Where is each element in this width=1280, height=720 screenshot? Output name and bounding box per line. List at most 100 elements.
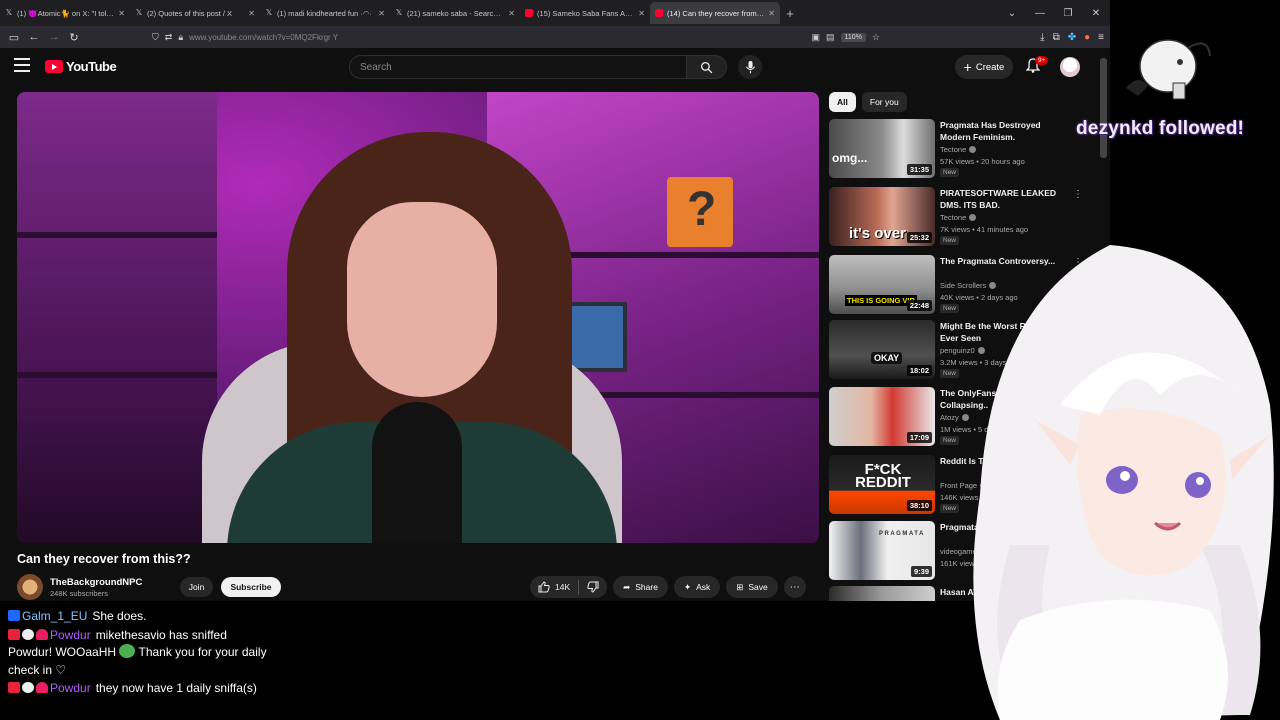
video-thumbnail[interactable]: omg... 31:35: [829, 119, 935, 178]
video-thumbnail[interactable]: 17:09: [829, 387, 935, 446]
microphone-icon: [745, 60, 755, 73]
video-title[interactable]: Pragmata Has Destroyed Modern Feminism.: [940, 119, 1068, 143]
shield-icon[interactable]: ⛉: [152, 32, 159, 43]
minimize-icon[interactable]: —: [1026, 8, 1054, 19]
video-title[interactable]: PIRATESOFTWARE LEAKED DMS. ITS BAD.: [940, 187, 1068, 211]
x-icon: 𝕏: [395, 8, 403, 17]
reader-icon[interactable]: ▤: [826, 32, 835, 43]
video-player[interactable]: [17, 92, 819, 543]
camera-badge-icon: [8, 682, 20, 693]
chip-for-you[interactable]: For you: [861, 92, 907, 112]
url-text[interactable]: www.youtube.com/watch?v=0MQ2Fkrgr Y: [189, 33, 805, 42]
close-tab-icon[interactable]: ✕: [638, 9, 645, 18]
channel-avatar[interactable]: [17, 574, 43, 600]
forward-icon[interactable]: →: [44, 31, 64, 43]
close-tab-icon[interactable]: ✕: [768, 9, 775, 18]
share-button[interactable]: ➦ Share: [613, 576, 668, 598]
video-thumbnail[interactable]: it's over 25:32: [829, 187, 935, 246]
permissions-icon[interactable]: ⇄: [165, 32, 173, 43]
video-thumbnail[interactable]: PRAGMATA 9:39: [829, 521, 935, 580]
join-button[interactable]: Join: [180, 577, 213, 597]
x-icon: 𝕏: [5, 8, 13, 17]
video-duration: 22:48: [906, 300, 932, 311]
new-badge: New: [940, 168, 960, 177]
dislike-button[interactable]: [579, 576, 607, 598]
tab-title: (2) Quotes of this post / X: [147, 8, 233, 18]
browser-tab[interactable]: 𝕏 (1) 😈Atomic🐈 on X: "I told m ✕: [0, 2, 130, 24]
window-close-icon[interactable]: ✕: [1082, 8, 1110, 19]
restore-icon[interactable]: ❐: [1054, 8, 1082, 19]
hamburger-menu-icon[interactable]: [14, 58, 30, 72]
save-button[interactable]: ⊞ Save: [726, 576, 778, 598]
browser-tab[interactable]: 𝕏 (1) madi kindhearted fun ·◠· ✕: [260, 2, 390, 24]
browser-tab[interactable]: (15) Sameko Saba Fans Are HA ✕: [520, 2, 650, 24]
channel-name[interactable]: Tectone: [940, 213, 966, 222]
chip-all[interactable]: All: [829, 92, 856, 112]
ask-button[interactable]: ✦ Ask: [673, 576, 721, 598]
back-icon[interactable]: ←: [24, 31, 44, 43]
search-button[interactable]: [687, 55, 727, 79]
downloads-icon[interactable]: ⤓: [1040, 32, 1044, 43]
video-thumbnail[interactable]: OKAY 18:02: [829, 320, 935, 379]
screenshot-icon[interactable]: ▣: [812, 32, 821, 43]
more-actions-icon[interactable]: ⋯: [783, 576, 806, 598]
like-dislike-group: 14K: [530, 576, 608, 598]
page-scrollbar[interactable]: [1100, 58, 1107, 158]
browser-tab[interactable]: 𝕏 (2) Quotes of this post / X ✕: [130, 2, 260, 24]
bookmark-star-icon[interactable]: ☆: [872, 32, 880, 43]
save-icon: ⊞: [736, 581, 744, 592]
close-tab-icon[interactable]: ✕: [248, 9, 255, 18]
background-shelf: [17, 92, 217, 543]
video-duration: 9:39: [910, 566, 932, 577]
close-tab-icon[interactable]: ✕: [118, 9, 125, 18]
thumbs-down-icon: [587, 581, 599, 593]
youtube-icon: [525, 9, 533, 17]
chat-message: Galm_1_EU She does.: [8, 608, 268, 626]
microphone: [372, 402, 462, 543]
sidebar-toggle-icon[interactable]: ▭: [4, 31, 24, 44]
more-options-icon[interactable]: ⋮: [1073, 189, 1083, 200]
account-icon[interactable]: ●: [1084, 32, 1090, 43]
new-tab-button[interactable]: +: [780, 6, 800, 21]
browser-tab[interactable]: 𝕏 (21) sameko saba - Search / X ✕: [390, 2, 520, 24]
youtube-logo-text: YouTube: [66, 59, 117, 74]
search-input[interactable]: [349, 55, 687, 79]
sparkle-icon: ✦: [683, 581, 692, 592]
verified-icon: [969, 146, 977, 153]
shelf-divider: [17, 372, 217, 378]
recommended-video[interactable]: omg... 31:35 Pragmata Has Destroyed Mode…: [829, 119, 1089, 179]
video-duration: 31:35: [906, 164, 932, 175]
share-icon: ➦: [623, 581, 631, 592]
like-button[interactable]: 14K: [530, 576, 578, 598]
subscribe-button[interactable]: Subscribe: [221, 577, 281, 597]
create-button[interactable]: + Create: [955, 55, 1013, 79]
close-tab-icon[interactable]: ✕: [508, 9, 515, 18]
reload-icon[interactable]: ↻: [64, 31, 84, 44]
zoom-level[interactable]: 110%: [840, 32, 866, 42]
youtube-logo[interactable]: YouTube: [45, 59, 117, 74]
user-avatar[interactable]: [1060, 57, 1080, 77]
video-thumbnail[interactable]: [829, 586, 935, 601]
browser-tab-bar: 𝕏 (1) 😈Atomic🐈 on X: "I told m ✕ 𝕏 (2) Quot…: [0, 0, 1110, 26]
extensions-icon[interactable]: ⧉: [1053, 32, 1060, 43]
recommended-video[interactable]: it's over 25:32 PIRATESOFTWARE LEAKED DM…: [829, 187, 1089, 247]
tab-list-icon[interactable]: ⌄: [998, 8, 1026, 19]
menu-icon[interactable]: ≡: [1098, 32, 1104, 43]
tab-title: (1) madi kindhearted fun ·◠·: [277, 8, 372, 18]
filter-chips: All For you: [829, 92, 907, 112]
browser-tab-active[interactable]: (14) Can they recover from this ✕: [650, 2, 780, 24]
channel-name[interactable]: Tectone: [940, 145, 966, 154]
video-thumbnail[interactable]: THIS IS GOING VIR 22:48: [829, 255, 935, 314]
video-thumbnail[interactable]: F*CK REDDIT 38:10: [829, 455, 935, 514]
tab-title: (21) sameko saba - Search / X: [407, 8, 505, 18]
wolf-badge-icon: [22, 628, 34, 640]
extension-icon[interactable]: ✤: [1068, 32, 1076, 43]
plus-icon: +: [963, 59, 972, 75]
voice-search-button[interactable]: [738, 55, 762, 79]
channel-name[interactable]: TheBackgroundNPC: [50, 577, 168, 588]
thumbnail-text: PRAGMATA: [879, 531, 925, 537]
address-bar[interactable]: ⛉ ⇄ 🔒︎ www.youtube.com/watch?v=0MQ2Fkrgr…: [152, 28, 880, 46]
pepe-emote-icon: [119, 644, 136, 658]
video-meta: 7K views • 41 minutes ago: [940, 225, 1029, 234]
close-tab-icon[interactable]: ✕: [378, 9, 385, 18]
